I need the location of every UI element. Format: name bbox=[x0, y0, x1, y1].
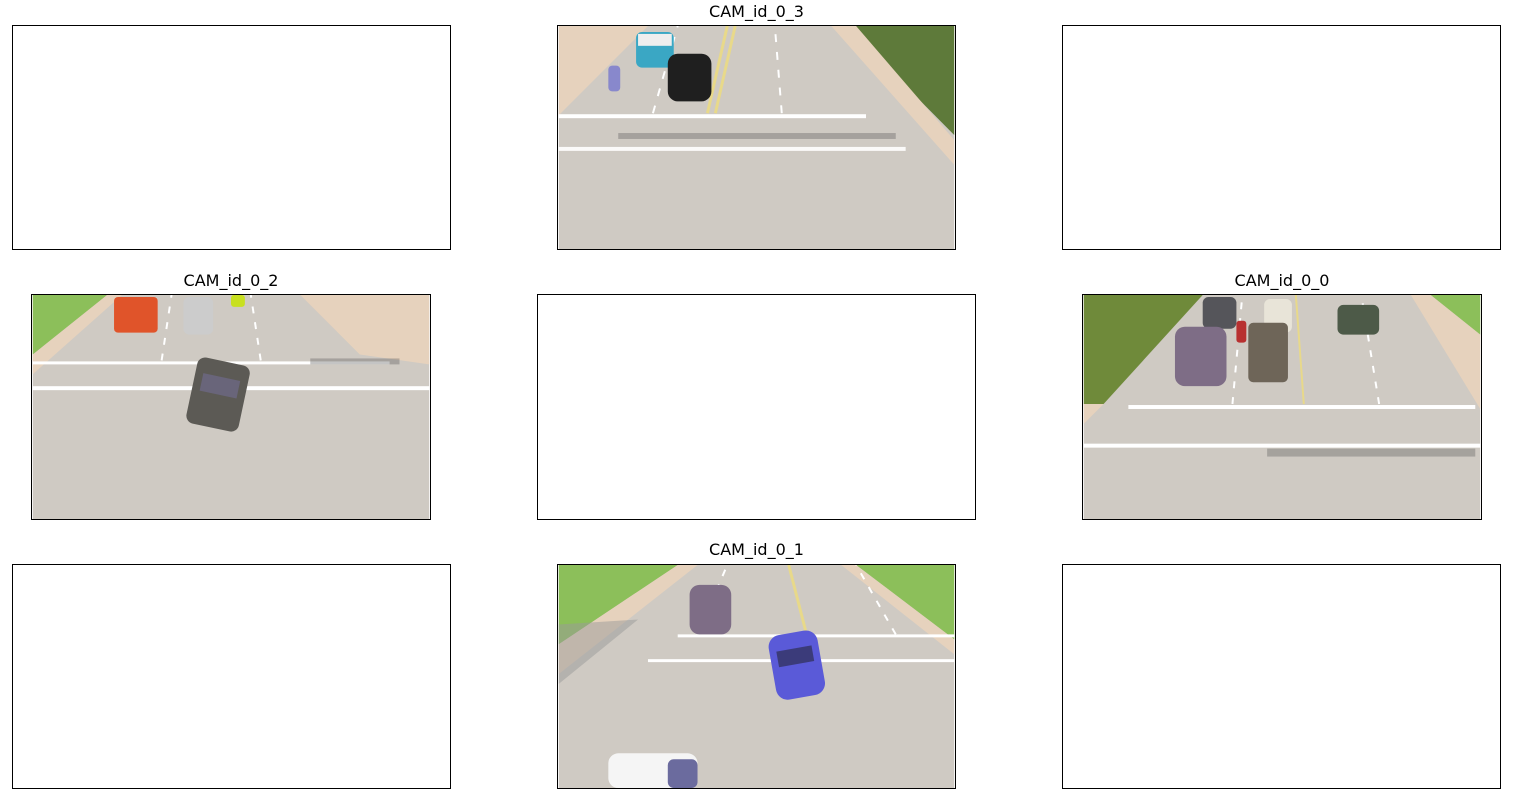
camera-title-cam3: CAM_id_0_3 bbox=[709, 2, 804, 21]
camera-view-cam2[interactable] bbox=[31, 294, 431, 520]
empty-panel-top-right bbox=[1062, 25, 1501, 250]
camera-image-cam1 bbox=[558, 565, 955, 788]
empty-panel-top-left bbox=[12, 25, 451, 250]
camera-view-cam0[interactable] bbox=[1082, 294, 1482, 520]
camera-image-cam0 bbox=[1083, 295, 1481, 519]
empty-panel-bottom-left bbox=[12, 564, 451, 789]
camera-title-cam1: CAM_id_0_1 bbox=[709, 540, 804, 559]
empty-panel-bottom-right bbox=[1062, 564, 1501, 789]
camera-image-cam2 bbox=[32, 295, 430, 519]
camera-view-cam1[interactable] bbox=[557, 564, 956, 789]
camera-title-cam0: CAM_id_0_0 bbox=[1234, 271, 1330, 290]
camera-image-cam3 bbox=[558, 26, 955, 249]
camera-view-cam3[interactable] bbox=[557, 25, 956, 250]
empty-panel-center bbox=[537, 294, 976, 520]
camera-title-cam2: CAM_id_0_2 bbox=[183, 271, 279, 290]
